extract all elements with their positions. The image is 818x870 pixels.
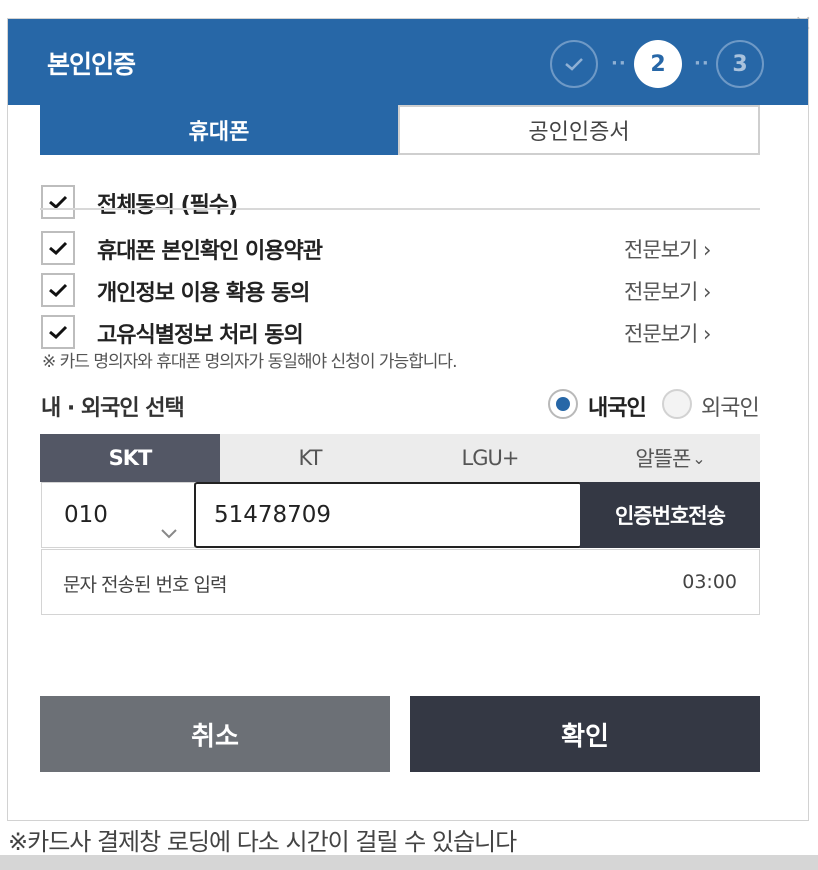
check-icon xyxy=(49,283,68,298)
carrier-tabs: SKT KT LGU+ 알뜰폰 ⌄ xyxy=(40,434,760,482)
step-2-active: 2 xyxy=(634,40,682,88)
view-link-label: 전문보기 xyxy=(624,280,698,304)
divider xyxy=(40,208,760,210)
countdown-timer: 03:00 xyxy=(682,571,737,593)
agree-all-checkbox[interactable] xyxy=(41,185,75,219)
radio-foreign[interactable] xyxy=(662,389,692,419)
step-separator: ·· xyxy=(611,53,627,74)
view-link-label: 전문보기 xyxy=(624,238,698,262)
radio-domestic[interactable] xyxy=(548,389,578,419)
loading-notice: ※카드사 결제창 로딩에 다소 시간이 걸릴 수 있습니다 xyxy=(8,828,517,856)
verification-code-field[interactable]: 문자 전송된 번호 입력 03:00 xyxy=(41,549,760,615)
check-icon xyxy=(49,325,68,340)
send-code-button[interactable]: 인증번호전송 xyxy=(580,482,760,548)
nationality-label: 내 · 외국인 선택 xyxy=(41,396,185,421)
radio-domestic-label[interactable]: 내국인 xyxy=(588,390,647,422)
phone-prefix-value: 010 xyxy=(64,502,108,528)
view-terms-link[interactable]: 전문보기 › xyxy=(624,234,711,264)
agree-privacy-label: 개인정보 이용 확용 동의 xyxy=(97,281,310,306)
agree-unique-id-label: 고유식별정보 처리 동의 xyxy=(97,323,304,348)
dialog-title: 본인인증 xyxy=(47,50,136,79)
check-icon xyxy=(565,58,583,71)
chevron-down-icon: ⌄ xyxy=(692,448,705,468)
verification-code-placeholder: 문자 전송된 번호 입력 xyxy=(63,574,227,596)
cancel-button[interactable]: 취소 xyxy=(40,696,390,772)
carrier-skt[interactable]: SKT xyxy=(40,434,220,482)
carrier-lgu[interactable]: LGU+ xyxy=(400,434,580,482)
phone-number-input[interactable] xyxy=(194,482,582,548)
tab-certificate[interactable]: 공인인증서 xyxy=(398,105,760,155)
tab-mobile[interactable]: 휴대폰 xyxy=(40,105,398,155)
agree-terms-label: 휴대폰 본인확인 이용약관 xyxy=(97,239,323,264)
chevron-down-icon xyxy=(161,529,177,539)
step-1-done xyxy=(550,40,598,88)
radio-foreign-label[interactable]: 외국인 xyxy=(701,390,760,422)
chevron-right-icon: › xyxy=(702,238,711,262)
dialog-header: 본인인증 ·· 2 ·· 3 xyxy=(8,19,808,105)
agree-all-label: 전체동의 (필수) xyxy=(97,193,238,218)
step-3-pending: 3 xyxy=(716,40,764,88)
confirm-button[interactable]: 확인 xyxy=(410,696,760,772)
carrier-kt[interactable]: KT xyxy=(220,434,400,482)
auth-method-tabs: 휴대폰 공인인증서 xyxy=(40,105,760,155)
view-privacy-link[interactable]: 전문보기 › xyxy=(624,276,711,306)
check-icon xyxy=(49,241,68,256)
view-link-label: 전문보기 xyxy=(624,322,698,346)
view-unique-id-link[interactable]: 전문보기 › xyxy=(624,318,711,348)
agree-unique-id-checkbox[interactable] xyxy=(41,315,75,349)
bottom-bar xyxy=(0,855,818,870)
step-separator: ·· xyxy=(694,53,710,74)
chevron-right-icon: › xyxy=(702,280,711,304)
agree-terms-checkbox[interactable] xyxy=(41,231,75,265)
owner-notice: ※ 카드 명의자와 휴대폰 명의자가 동일해야 신청이 가능합니다. xyxy=(42,352,457,372)
carrier-mvno[interactable]: 알뜰폰 ⌄ xyxy=(580,434,760,482)
carrier-mvno-label: 알뜰폰 xyxy=(635,447,691,471)
agree-privacy-checkbox[interactable] xyxy=(41,273,75,307)
chevron-right-icon: › xyxy=(702,322,711,346)
